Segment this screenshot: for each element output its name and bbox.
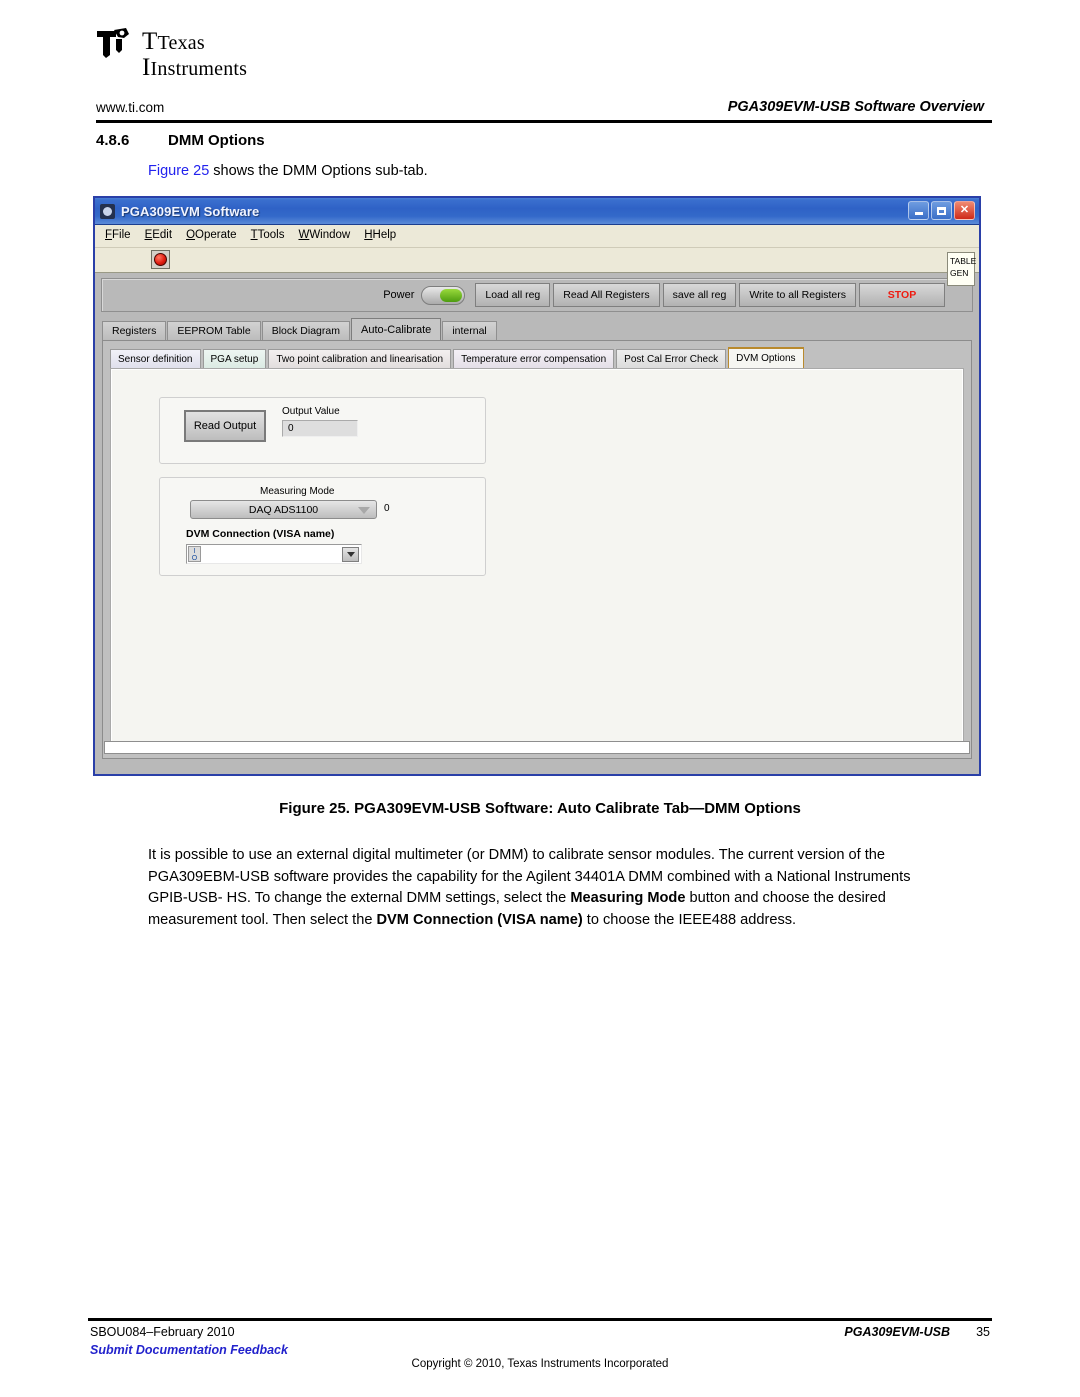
maximize-icon[interactable] (931, 201, 952, 220)
measuring-mode-label: Measuring Mode (260, 486, 335, 497)
body-bold-dvm-connection: DVM Connection (VISA name) (376, 911, 583, 928)
section-number: 4.8.6 (96, 132, 130, 149)
intro-sentence: Figure 25 shows the DMM Options sub-tab. (148, 163, 428, 179)
subtab-two-point-calibration[interactable]: Two point calibration and linearisation (268, 349, 452, 368)
menubar: FFile EEdit OOperate TTools WWindow HHel… (95, 225, 979, 241)
menu-item-help[interactable]: HHelp (364, 229, 396, 241)
write-to-all-registers-button[interactable]: Write to all Registers (739, 283, 856, 307)
subtab-sensor-definition[interactable]: Sensor definition (110, 349, 201, 368)
subtab-pga-setup[interactable]: PGA setup (202, 349, 267, 368)
measuring-mode-index: 0 (384, 503, 390, 514)
intro-rest: shows the DMM Options sub-tab. (209, 163, 428, 179)
body-text-3: to choose the IEEE488 address. (582, 911, 797, 928)
read-all-registers-button[interactable]: Read All Registers (553, 283, 660, 307)
ti-logo: TTexas IInstruments (96, 28, 247, 80)
table-gen-line1: TABLE (950, 256, 977, 266)
header-rule (96, 120, 992, 123)
header-running-title: PGA309EVM-USB Software Overview (727, 99, 984, 115)
tab-internal[interactable]: internal (442, 321, 497, 340)
dvm-connection-label: DVM Connection (VISA name) (186, 528, 335, 540)
tab-auto-calibrate[interactable]: Auto-Calibrate (350, 318, 442, 340)
subtab-dvm-options[interactable]: DVM Options (728, 347, 804, 368)
menu-area: FFile EEdit OOperate TTools WWindow HHel… (95, 225, 979, 286)
page-title: DMM Options (168, 132, 265, 149)
table-gen-line2: GEN (950, 268, 969, 279)
stop-button[interactable]: STOP (859, 283, 945, 307)
menu-item-operate[interactable]: OOperate (186, 229, 237, 241)
body-bold-measuring-mode: Measuring Mode (570, 890, 686, 906)
main-tab-bar: Registers EEPROM Table Block Diagram Aut… (102, 318, 972, 341)
power-control[interactable]: Power (383, 285, 475, 305)
header-url: www.ti.com (96, 100, 165, 115)
window-title: PGA309EVM Software (121, 203, 260, 219)
footer-rule (88, 1318, 992, 1321)
footer-doc-name: PGA309EVM-USB (844, 1325, 950, 1339)
subtab-post-cal-error-check[interactable]: Post Cal Error Check (616, 349, 727, 368)
power-toggle[interactable] (421, 285, 466, 305)
logo-line-1: Texas (157, 32, 205, 54)
measuring-mode-value: DAQ ADS1100 (248, 503, 319, 516)
read-output-button[interactable]: Read Output (184, 410, 266, 442)
ti-logo-mark (96, 28, 134, 68)
application-window-screenshot: PGA309EVM Software ✕ FFile EEdit OOperat… (93, 196, 981, 776)
power-label: Power (383, 289, 415, 301)
output-value-label: Output Value (282, 406, 340, 417)
window-titlebar: PGA309EVM Software ✕ (95, 198, 979, 225)
measuring-mode-group: Measuring Mode DAQ ADS1100 0 DVM Connect… (159, 477, 486, 576)
abort-stop-icon[interactable] (151, 250, 170, 269)
run-toolbar (95, 247, 979, 272)
close-icon[interactable]: ✕ (954, 201, 975, 220)
read-output-group: Read Output Output Value 0 (159, 397, 486, 464)
app-icon (100, 203, 115, 219)
minimize-icon[interactable] (908, 201, 929, 220)
submit-documentation-feedback-link[interactable]: Submit Documentation Feedback (90, 1343, 288, 1357)
ti-logo-wordmark: TTexas IInstruments (142, 28, 248, 81)
footer-doc-date: SBOU084–February 2010 (90, 1325, 235, 1339)
tab-eeprom-table[interactable]: EEPROM Table (167, 321, 261, 340)
load-all-reg-button[interactable]: Load all reg (475, 283, 551, 307)
sub-tab-bar: Sensor definition PGA setup Two point ca… (110, 347, 964, 368)
menu-item-edit[interactable]: EEdit (145, 229, 173, 241)
footer-page-number: 35 (976, 1325, 990, 1339)
dvm-connection-combo[interactable]: IO (186, 544, 362, 564)
output-value-field: 0 (282, 420, 358, 437)
window-controls: ✕ (908, 201, 975, 220)
dvm-connection-dropdown-button[interactable] (342, 546, 359, 562)
menu-item-tools[interactable]: TTools (251, 229, 285, 241)
dvm-options-panel: Read Output Output Value 0 Measuring Mod… (110, 368, 964, 744)
menu-item-file[interactable]: FFile (105, 229, 131, 241)
chevron-down-icon (358, 507, 370, 514)
tab-content-frame: Sensor definition PGA setup Two point ca… (102, 341, 972, 759)
footer-copyright: Copyright © 2010, Texas Instruments Inco… (411, 1358, 669, 1370)
horizontal-scrollbar[interactable] (104, 741, 970, 754)
figure-caption: Figure 25. PGA309EVM-USB Software: Auto … (279, 800, 801, 817)
tab-block-diagram[interactable]: Block Diagram (261, 321, 350, 340)
menu-item-window[interactable]: WWindow (298, 229, 350, 241)
table-gen-button[interactable]: TABLE GEN (947, 252, 977, 286)
measuring-mode-select[interactable]: DAQ ADS1100 (190, 500, 377, 519)
save-all-reg-button[interactable]: save all reg (662, 283, 737, 307)
figure-cross-reference[interactable]: Figure 25 (148, 163, 209, 179)
body-paragraph: It is possible to use an external digita… (148, 845, 948, 931)
logo-line-2: Instruments (150, 57, 248, 80)
subtab-temperature-error-compensation[interactable]: Temperature error compensation (453, 349, 615, 368)
tab-registers[interactable]: Registers (102, 321, 167, 340)
control-toolbar: Power Load all reg Read All Registers sa… (101, 278, 973, 312)
visa-resource-icon: IO (188, 546, 201, 562)
